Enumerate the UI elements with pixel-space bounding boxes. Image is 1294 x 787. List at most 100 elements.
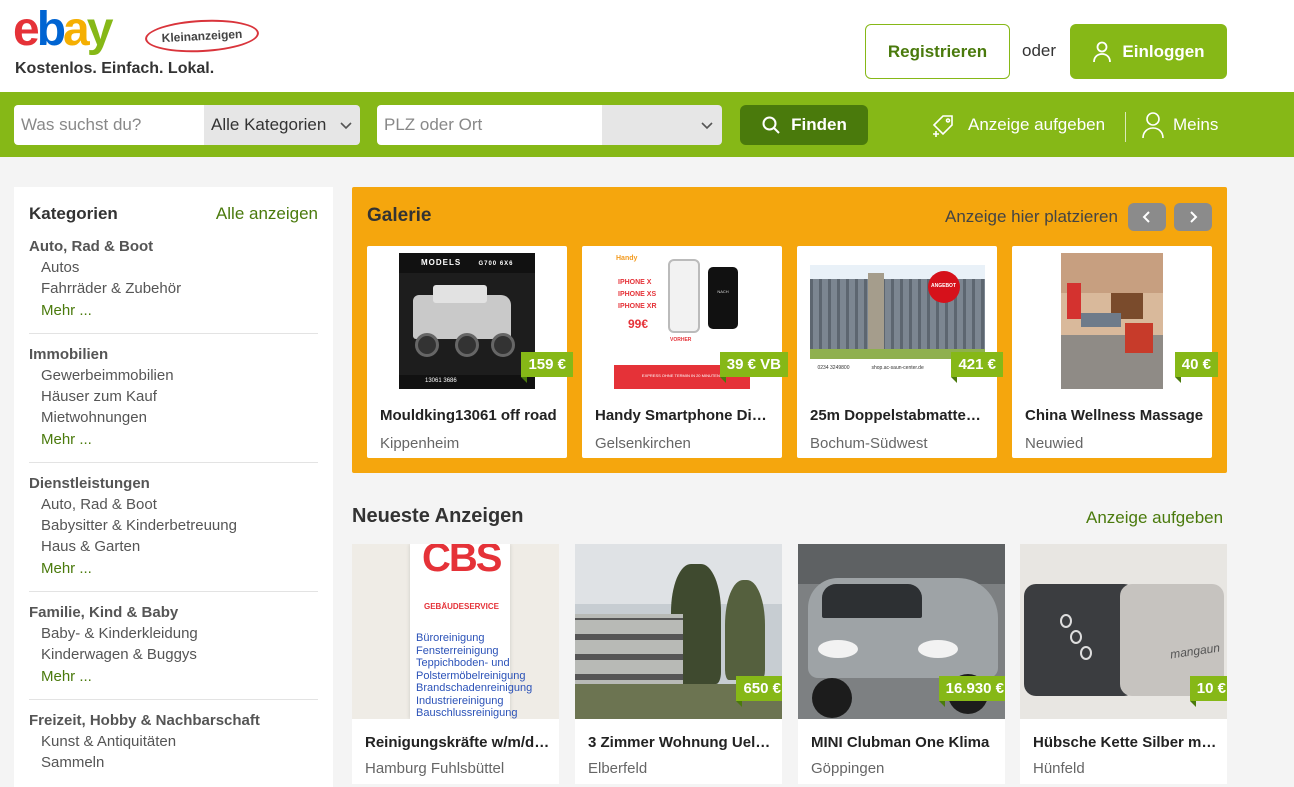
subcategory-link[interactable]: Baby- & Kinderkleidung [29,623,318,644]
logo-ebay-wordmark: ebay [13,3,113,56]
image-text: IPHONE XR [618,303,657,310]
post-ad-link[interactable]: Anzeige aufgeben [930,110,1105,140]
chevron-right-icon [1190,211,1198,223]
more-link[interactable]: Mehr ... [29,428,318,451]
more-link[interactable]: Mehr ... [29,665,318,688]
image-text: G700 6X6 [478,261,514,267]
subcategory-link[interactable]: Sammeln [29,752,318,773]
subcategory-link[interactable]: Mietwohnungen [29,407,318,428]
price-tag: 159 € [521,352,573,383]
search-icon [762,116,780,134]
subcategory-link[interactable]: Kinderwagen & Buggys [29,644,318,665]
image-text: IPHONE X [618,279,652,286]
category-heading[interactable]: Familie, Kind & Baby [29,603,318,623]
search-input[interactable] [14,105,204,145]
category-group: Auto, Rad & Boot Autos Fahrräder & Zubeh… [29,237,318,334]
place-ad-link[interactable]: Anzeige hier platzieren [945,207,1118,227]
listing-location: Neuwied [1025,435,1084,452]
image-text: CBS [422,544,502,580]
gallery-section: Galerie Anzeige hier platzieren MODELS G… [352,187,1227,473]
gallery-next-button[interactable] [1174,203,1212,231]
price-tag: 650 € [736,676,782,707]
image-text: shop.ac-saun-center.de [871,365,924,371]
tagline: Kostenlos. Einfach. Lokal. [15,60,215,77]
category-sidebar: Kategorien Alle anzeigen Auto, Rad & Boo… [14,187,333,787]
show-all-categories-link[interactable]: Alle anzeigen [216,204,318,224]
listing-location: Kippenheim [380,435,460,452]
meins-link[interactable]: Meins [1141,110,1218,140]
listing-image: Handy IPHONE X IPHONE XS IPHONE XR 99€ N… [582,246,788,396]
image-text: Teppichboden- und [416,657,510,669]
or-label: oder [1022,41,1057,60]
subcategory-link[interactable]: Häuser zum Kauf [29,386,318,407]
listing-location: Hünfeld [1033,760,1085,777]
subcategory-link[interactable]: Babysitter & Kinderbetreuung [29,515,318,536]
category-select-value: Alle Kategorien [211,115,327,134]
image-text: Fensterreinigung [416,644,499,657]
price-tag: 10 € [1189,676,1227,707]
subcategory-link[interactable]: Autos [29,257,318,278]
post-ad-label: Anzeige aufgeben [968,115,1106,134]
listing-image: 650 € [575,544,782,719]
listing-title[interactable]: 25m Doppelstabmattenzaun [810,407,990,424]
gallery-card[interactable]: 40 € China Wellness Massage Neuwied [1012,246,1218,458]
image-text: GEBÄUDESERVICE [424,602,499,611]
listing-location: Elberfeld [588,760,648,777]
listing-image: 40 € [1012,246,1218,396]
chevron-down-icon [340,122,352,130]
listing-title[interactable]: Mouldking13061 off road [380,407,560,424]
more-link[interactable]: Mehr ... [29,557,318,580]
subcategory-link[interactable]: Kunst & Antiquitäten [29,731,318,752]
radius-select[interactable] [602,105,722,145]
login-label: Einloggen [1122,41,1205,61]
image-text: Handy [616,255,638,262]
gallery-title: Galerie [367,205,432,226]
listing-title[interactable]: Hübsche Kette Silber mit Box [1033,734,1218,751]
price-tag: 421 € [951,352,1003,383]
gallery-card[interactable]: Handy IPHONE X IPHONE XS IPHONE XR 99€ N… [582,246,788,458]
gallery-card[interactable]: MODELS G700 6X6 13061 3686 159 € Mouldki… [367,246,573,458]
listing-card[interactable]: CBS GEBÄUDESERVICE Büroreinigung Fenster… [352,544,559,784]
category-heading[interactable]: Dienstleistungen [29,474,318,494]
listing-title[interactable]: Handy Smartphone Display [595,407,775,424]
listing-title[interactable]: 3 Zimmer Wohnung Uellendahl [588,734,773,751]
listing-card[interactable]: 650 € 3 Zimmer Wohnung Uellendahl Elberf… [575,544,782,784]
listing-card[interactable]: mangaun 10 € Hübsche Kette Silber mit Bo… [1020,544,1227,784]
find-button[interactable]: Finden [740,105,868,145]
category-group: Freizeit, Hobby & Nachbarschaft Kunst & … [29,711,318,784]
image-text: Büroreinigung [416,632,485,644]
site-header: ebay Kleinanzeigen Kostenlos. Einfach. L… [0,0,1294,92]
image-text: MODELS [421,258,462,267]
listing-title[interactable]: MINI Clubman One Klima [811,734,996,751]
gallery-card[interactable]: ANGEBOT 0234 3249800 shop.ac-saun-center.… [797,246,1003,458]
subcategory-link[interactable]: Auto, Rad & Boot [29,494,318,515]
register-button[interactable]: Registrieren [865,24,1010,79]
ebay-kleinanzeigen-logo[interactable]: ebay Kleinanzeigen [13,2,263,58]
tag-plus-icon [932,115,953,137]
listing-card[interactable]: 16.930 € MINI Clubman One Klima Göppinge… [798,544,1005,784]
post-ad-link-secondary[interactable]: Anzeige aufgeben [1086,508,1223,528]
listing-image: ANGEBOT 0234 3249800 shop.ac-saun-center.… [797,246,1003,396]
subcategory-link[interactable]: Fahrräder & Zubehör [29,278,318,299]
category-group: Familie, Kind & Baby Baby- & Kinderkleid… [29,603,318,700]
kleinanzeigen-badge: Kleinanzeigen [144,17,260,55]
location-input[interactable] [377,105,602,145]
category-heading[interactable]: Immobilien [29,345,318,365]
category-heading[interactable]: Auto, Rad & Boot [29,237,318,257]
more-link[interactable]: Mehr ... [29,299,318,322]
listing-location: Göppingen [811,760,885,777]
find-label: Finden [791,115,847,134]
category-group: Immobilien Gewerbeimmobilien Häuser zum … [29,345,318,463]
category-group: Dienstleistungen Auto, Rad & Boot Babysi… [29,474,318,592]
gallery-prev-button[interactable] [1128,203,1166,231]
category-heading[interactable]: Freizeit, Hobby & Nachbarschaft [29,711,318,731]
subcategory-link[interactable]: Gewerbeimmobilien [29,365,318,386]
login-button[interactable]: Einloggen [1070,24,1227,79]
listing-title[interactable]: Reinigungskräfte w/m/d gesucht [365,734,550,751]
image-text: IPHONE XS [618,291,657,298]
category-select[interactable]: Alle Kategorien [204,105,360,145]
listing-title[interactable]: China Wellness Massage [1025,407,1205,424]
listing-image: mangaun 10 € [1020,544,1227,719]
newest-ads-title: Neueste Anzeigen [352,505,524,527]
subcategory-link[interactable]: Haus & Garten [29,536,318,557]
